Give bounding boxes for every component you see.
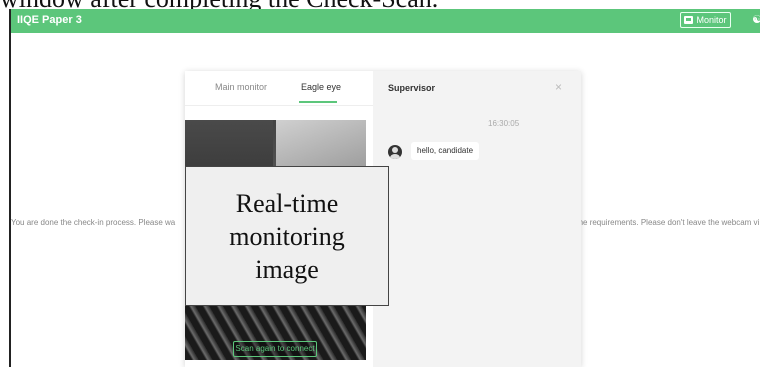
active-tab-indicator	[299, 101, 337, 103]
supervisor-avatar	[388, 145, 402, 159]
close-icon[interactable]: ×	[555, 80, 562, 94]
tab-eagle-eye[interactable]: Eagle eye	[301, 82, 341, 92]
monitor-icon	[684, 16, 694, 24]
app-title: IIQE Paper 3	[17, 14, 82, 26]
top-bar: IIQE Paper 3 Monitor ☯	[11, 9, 760, 33]
monitor-tabs: Main monitor Eagle eye	[185, 71, 373, 106]
tab-main-monitor[interactable]: Main monitor	[215, 82, 267, 92]
chat-timestamp: 16:30:05	[488, 119, 520, 128]
scan-again-button[interactable]: Scan again to connect	[233, 341, 317, 357]
supervisor-chat-panel: Supervisor × 16:30:05 hello, candidate	[373, 71, 581, 367]
annotation-line-3: image	[255, 255, 319, 284]
app-window: IIQE Paper 3 Monitor ☯ You are done the …	[9, 9, 760, 367]
annotation-line-2: monitoring	[229, 222, 345, 251]
chat-message: hello, candidate	[411, 142, 480, 160]
chat-title: Supervisor	[388, 83, 436, 93]
annotation-line-1: Real-time	[235, 189, 339, 218]
monitor-button-label: Monitor	[696, 15, 727, 25]
background-instructions-left: You are done the check-in process. Pleas…	[11, 218, 176, 227]
monitor-button[interactable]: Monitor	[680, 12, 731, 28]
annotation-label: Real-time monitoring image	[185, 166, 389, 306]
wifi-icon: ☯	[752, 13, 760, 26]
